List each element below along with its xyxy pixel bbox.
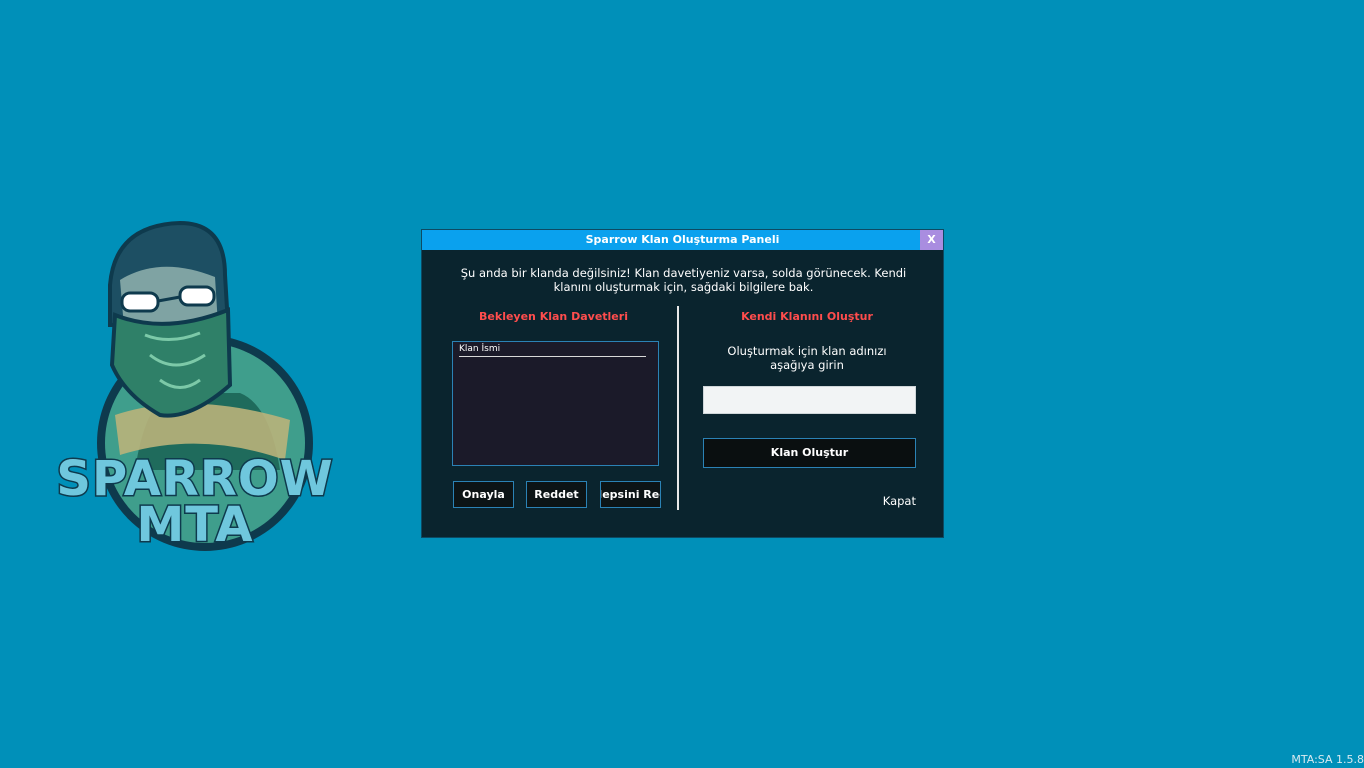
pending-invites-title: Bekleyen Klan Davetleri xyxy=(479,310,628,323)
close-link[interactable]: Kapat xyxy=(862,494,916,508)
approve-button[interactable]: Onayla xyxy=(453,481,514,508)
clan-name-input[interactable] xyxy=(703,386,916,414)
reject-button[interactable]: Reddet xyxy=(526,481,587,508)
window-title: Sparrow Klan Oluşturma Paneli xyxy=(585,233,780,246)
create-clan-title: Kendi Klanını Oluştur xyxy=(741,310,873,323)
create-clan-button[interactable]: Klan Oluştur xyxy=(703,438,916,468)
create-clan-description: Oluşturmak için klan adınızı aşağıya gir… xyxy=(727,344,887,372)
desktop-background: SPARROW MTA Sparrow Klan Oluşturma Panel… xyxy=(0,0,1364,768)
sparrow-mta-logo: SPARROW MTA xyxy=(40,215,350,555)
reject-all-label: Hepsini Reddet xyxy=(601,488,660,501)
column-divider xyxy=(677,306,679,510)
reject-all-button[interactable]: Hepsini Reddet xyxy=(600,481,661,508)
column-header-clan-name[interactable]: Klan İsmi xyxy=(459,343,646,357)
clan-creation-window: Sparrow Klan Oluşturma Paneli X Şu anda … xyxy=(421,229,944,538)
logo-title-line2: MTA xyxy=(135,496,254,555)
pending-invites-list[interactable]: Klan İsmi xyxy=(452,341,659,466)
column-header-label: Klan İsmi xyxy=(459,344,501,354)
version-label: MTA:SA 1.5.8 xyxy=(1291,753,1364,766)
info-message: Şu anda bir klanda değilsiniz! Klan dave… xyxy=(460,266,907,294)
close-window-button[interactable]: X xyxy=(920,230,943,250)
